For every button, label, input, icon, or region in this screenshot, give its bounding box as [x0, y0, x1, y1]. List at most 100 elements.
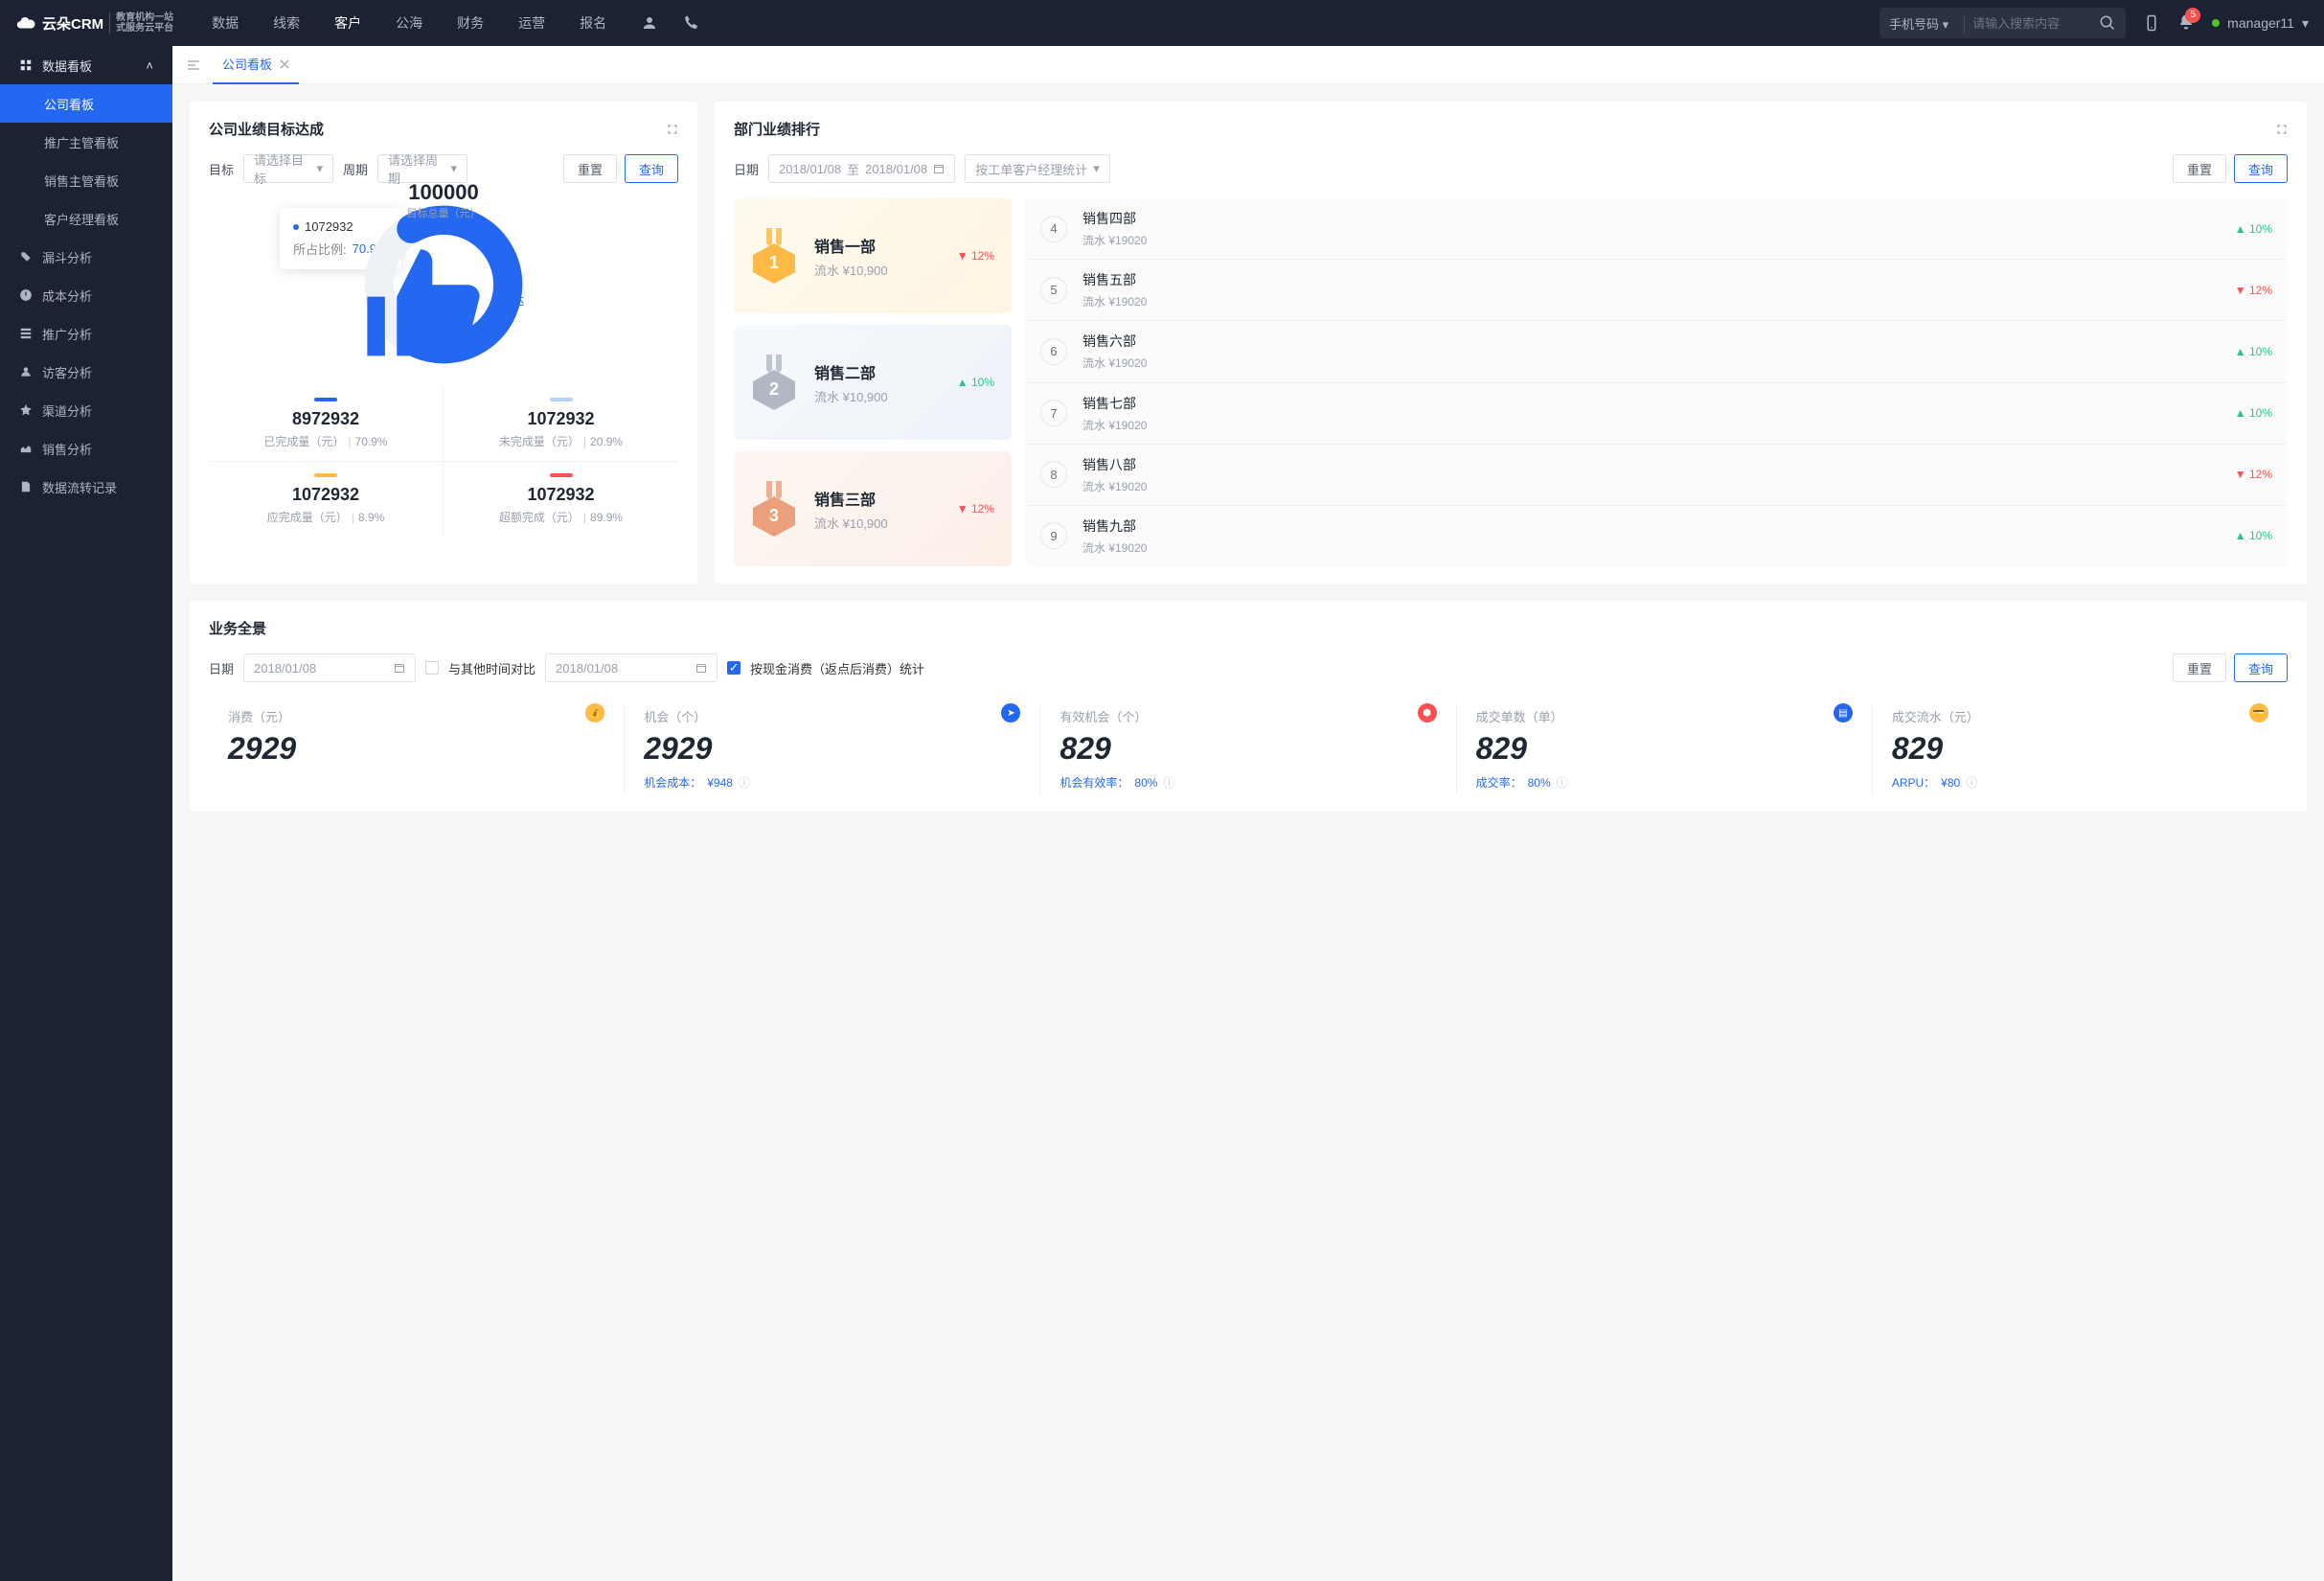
- pano-reset-button[interactable]: 重置: [2173, 653, 2226, 682]
- logo-text: 云朵CRM: [42, 13, 103, 34]
- nav-item[interactable]: 公海: [396, 13, 422, 33]
- nav-item[interactable]: 线索: [273, 13, 300, 33]
- period-select[interactable]: 请选择周期 ▾: [377, 154, 467, 183]
- pano-date-from[interactable]: 2018/01/08: [243, 653, 416, 682]
- topbar: 云朵CRM 教育机构一站 式服务云平台 数据 线索 客户 公海 财务 运营 报名 手机号码 …: [0, 0, 2324, 46]
- period-filter-label: 周期: [343, 160, 368, 178]
- nav-item[interactable]: 运营: [518, 13, 545, 33]
- search-input[interactable]: [1965, 16, 2099, 31]
- shield-icon: ⬢: [1418, 703, 1437, 722]
- user-menu[interactable]: manager11 ▾: [2212, 15, 2309, 32]
- rank-delta: ▲ 10%: [2235, 406, 2272, 420]
- tab-bar: 公司看板: [172, 46, 2324, 84]
- rank-number: 4: [1040, 216, 1067, 242]
- expand-icon[interactable]: [2276, 124, 2288, 135]
- sidebar-item[interactable]: 销售主管看板: [0, 161, 172, 199]
- rank-row: 6销售六部流水 ¥19020▲ 10%: [1025, 321, 2288, 382]
- expand-icon[interactable]: [667, 124, 678, 135]
- donut-total: 100000: [408, 180, 478, 205]
- sidebar-item[interactable]: 销售分析: [0, 429, 172, 468]
- compare-checkbox[interactable]: [425, 661, 439, 675]
- collapse-sidebar-icon[interactable]: [186, 57, 201, 73]
- medal-icon: 2: [747, 353, 801, 412]
- close-icon[interactable]: [280, 59, 289, 69]
- panorama-title: 业务全景: [209, 618, 266, 638]
- status-dot: [2212, 19, 2220, 27]
- cash-checkbox[interactable]: ✓: [727, 661, 740, 675]
- user-icon[interactable]: [641, 14, 658, 32]
- pano-date-to[interactable]: 2018/01/08: [545, 653, 718, 682]
- nav-item[interactable]: 报名: [580, 13, 606, 33]
- rank-row: 9销售九部流水 ¥19020▲ 10%: [1025, 506, 2288, 566]
- rank-query-button[interactable]: 查询: [2234, 154, 2288, 183]
- nav-item[interactable]: 财务: [457, 13, 484, 33]
- rank-stat-select[interactable]: 按工单客户经理统计 ▾: [965, 154, 1110, 183]
- sidebar-item[interactable]: 访客分析: [0, 353, 172, 391]
- rank-number: 7: [1040, 400, 1067, 426]
- search-type-select[interactable]: 手机号码 ▾: [1889, 14, 1965, 33]
- doc-icon: ▤: [1834, 703, 1853, 722]
- goal-metric: 8972932已完成量（元）|70.9%: [209, 386, 444, 462]
- chevron-down-icon: ▾: [316, 161, 323, 176]
- panorama-metric: ▤成交单数（单）829成交率：80% ⓘ: [1457, 703, 1873, 794]
- device-icon[interactable]: [2143, 14, 2160, 32]
- panorama-card: 业务全景 日期 2018/01/08 与其他时间对比 2018/01/08 ✓: [190, 601, 2307, 812]
- rank-delta: ▼ 12%: [2235, 468, 2272, 481]
- tab-company-dashboard[interactable]: 公司看板: [213, 46, 299, 84]
- donut-achieved-badge: 已达成: [355, 228, 532, 389]
- rank-reset-button[interactable]: 重置: [2173, 154, 2226, 183]
- rank-row: 5销售五部流水 ¥19020▼ 12%: [1025, 260, 2288, 321]
- sidebar-item[interactable]: 数据流转记录: [0, 468, 172, 506]
- nav-item[interactable]: 数据: [212, 13, 239, 33]
- rank-number: 8: [1040, 461, 1067, 488]
- chevron-down-icon: ▾: [2302, 15, 2309, 32]
- notification-button[interactable]: 5: [2177, 13, 2195, 34]
- goal-reset-button[interactable]: 重置: [563, 154, 617, 183]
- cash-label: 按现金消费（返点后消费）统计: [750, 659, 924, 677]
- logo[interactable]: 云朵CRM 教育机构一站 式服务云平台: [15, 12, 173, 34]
- chevron-up-icon: ˄: [146, 58, 153, 73]
- nav-item[interactable]: 客户: [334, 13, 361, 33]
- sidebar-group-dashboards[interactable]: 数据看板 ˄: [0, 46, 172, 84]
- donut-chart: 100000 目标总量（元） 已达成: [363, 204, 524, 365]
- phone-icon[interactable]: [683, 14, 700, 32]
- panorama-metric: ➤机会（个）2929机会成本：¥948 ⓘ: [625, 703, 1040, 794]
- donut-total-label: 目标总量（元）: [407, 205, 481, 220]
- pano-query-button[interactable]: 查询: [2234, 653, 2288, 682]
- sidebar-item[interactable]: 公司看板: [0, 84, 172, 123]
- card-icon: 💳: [2249, 703, 2268, 722]
- chevron-down-icon: ▾: [1093, 161, 1100, 176]
- sidebar-item-icon: [19, 288, 33, 302]
- goal-metric: 1072932未完成量（元）|20.9%: [444, 386, 678, 462]
- search-icon[interactable]: [2099, 14, 2116, 32]
- rank-item-top3: 2销售二部流水 ¥10,900▲ 10%: [734, 325, 1012, 440]
- svg-text:3: 3: [769, 506, 779, 525]
- calendar-icon: [695, 662, 707, 674]
- rank-delta: ▼ 12%: [2235, 284, 2272, 297]
- sidebar-item[interactable]: 漏斗分析: [0, 238, 172, 276]
- rank-delta: ▲ 10%: [957, 376, 994, 389]
- panorama-metric: 💰消费（元）2929: [209, 703, 625, 794]
- panorama-metric: ⬢有效机会（个）829机会有效率：80% ⓘ: [1040, 703, 1456, 794]
- top-nav: 数据 线索 客户 公海 财务 运营 报名: [212, 13, 606, 33]
- calendar-icon: [394, 662, 405, 674]
- rank-item-top3: 1销售一部流水 ¥10,900▼ 12%: [734, 198, 1012, 313]
- rank-date-range[interactable]: 2018/01/08 至 2018/01/08: [768, 154, 955, 183]
- logo-icon: [15, 12, 36, 34]
- sidebar-item[interactable]: 渠道分析: [0, 391, 172, 429]
- goal-filter-label: 目标: [209, 160, 234, 178]
- pano-date-label: 日期: [209, 659, 234, 677]
- sidebar-item[interactable]: 成本分析: [0, 276, 172, 314]
- sidebar-item[interactable]: 客户经理看板: [0, 199, 172, 238]
- sidebar-item[interactable]: 推广主管看板: [0, 123, 172, 161]
- sidebar-item[interactable]: 推广分析: [0, 314, 172, 353]
- logo-subtext: 教育机构一站 式服务云平台: [109, 12, 173, 34]
- svg-text:2: 2: [769, 379, 779, 399]
- goal-select[interactable]: 请选择目标 ▾: [243, 154, 333, 183]
- medal-icon: 1: [747, 226, 801, 286]
- rank-card: 部门业绩排行 日期 2018/01/08 至 2018/01/08 按工单客户经…: [715, 102, 2307, 584]
- goal-query-button[interactable]: 查询: [625, 154, 678, 183]
- rank-delta: ▲ 10%: [2235, 222, 2272, 236]
- rank-row: 8销售八部流水 ¥19020▼ 12%: [1025, 445, 2288, 506]
- rank-row: 7销售七部流水 ¥19020▲ 10%: [1025, 383, 2288, 445]
